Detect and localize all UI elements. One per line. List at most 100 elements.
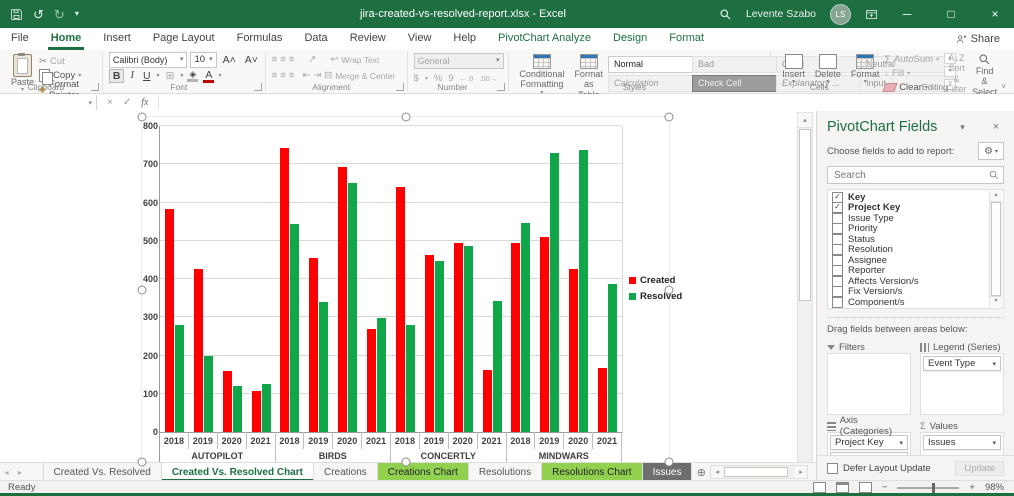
align-middle-icon[interactable]: ≡ (280, 54, 286, 65)
minimize-button[interactable]: ─ (892, 0, 922, 28)
legend-item-created[interactable]: Created (629, 275, 682, 286)
sheet-next-icon[interactable]: ▸ (13, 463, 26, 481)
bar-created[interactable] (511, 243, 520, 432)
increase-font-icon[interactable]: A˄ (220, 54, 239, 66)
bar-resolved[interactable] (608, 284, 617, 432)
field-checkbox[interactable]: ✓ (832, 202, 843, 213)
chart-selection-handle[interactable] (138, 285, 147, 294)
bar-created[interactable] (165, 209, 174, 432)
pane-close-icon[interactable]: × (988, 121, 1004, 133)
field-checkbox[interactable]: ✓ (832, 192, 843, 203)
bar-resolved[interactable] (262, 384, 271, 432)
borders-icon[interactable]: ⊞ (163, 70, 178, 82)
ribbon-tab-design[interactable]: Design (602, 28, 658, 50)
bar-created[interactable] (598, 368, 607, 432)
zoom-level[interactable]: 98% (985, 482, 1004, 493)
scroll-down-icon[interactable]: ▾ (990, 296, 1002, 307)
scroll-left-icon[interactable]: ◂ (711, 466, 723, 478)
bar-resolved[interactable] (579, 150, 588, 432)
font-color-icon[interactable]: A (202, 69, 215, 83)
update-button[interactable]: Update (955, 461, 1004, 476)
customize-qat-icon[interactable]: ▾ (75, 10, 79, 18)
field-item-affects-version-s[interactable]: Affects Version/s (832, 276, 987, 287)
wrap-text-icon[interactable]: ↩ (330, 54, 338, 65)
fill-icon[interactable]: ↓ (884, 68, 889, 79)
bar-resolved[interactable] (204, 356, 213, 433)
bar-resolved[interactable] (550, 153, 559, 432)
field-list-scrollbar[interactable]: ▴ ▾ (989, 191, 1002, 307)
redo-icon[interactable]: ↻ (54, 8, 65, 21)
clipboard-dialog-launcher[interactable] (91, 83, 99, 91)
chevron-down-icon[interactable]: ▾ (899, 439, 903, 447)
page-break-view-icon[interactable] (859, 482, 872, 493)
bar-created[interactable] (252, 391, 261, 432)
field-search[interactable] (827, 166, 1004, 184)
legend-area[interactable]: Event Type▾ (920, 353, 1004, 415)
area-field-issues[interactable]: Issues▾ (923, 435, 1001, 450)
ribbon-tab-formulas[interactable]: Formulas (226, 28, 294, 50)
ribbon-tab-file[interactable]: File (0, 28, 40, 50)
chart-selection-handle[interactable] (665, 285, 674, 294)
field-item-project-key[interactable]: ✓Project Key (832, 203, 987, 214)
bar-resolved[interactable] (348, 183, 357, 432)
decrease-indent-icon[interactable]: ⇤ (302, 70, 310, 81)
zoom-out-icon[interactable]: − (882, 482, 888, 493)
sheet-tab-creations[interactable]: Creations (314, 463, 378, 481)
bar-resolved[interactable] (175, 325, 184, 432)
bar-resolved[interactable] (377, 318, 386, 432)
chart-selection-handle[interactable] (401, 458, 410, 467)
italic-button[interactable]: I (127, 70, 137, 81)
bold-button[interactable]: B (109, 69, 125, 83)
ribbon-tab-help[interactable]: Help (442, 28, 487, 50)
number-dialog-launcher[interactable] (497, 83, 505, 91)
chart-selection-handle[interactable] (401, 113, 410, 122)
cut-button[interactable]: ✂Cut (39, 55, 98, 68)
vertical-scrollbar[interactable]: ▴ (797, 112, 813, 463)
restore-button[interactable]: □ (936, 0, 966, 28)
search-icon[interactable] (719, 8, 732, 21)
merge-center-icon[interactable]: ⊟ (324, 70, 332, 81)
field-checkbox[interactable] (832, 297, 843, 308)
cell-style-normal[interactable]: Normal (608, 56, 702, 73)
underline-button[interactable]: U (140, 70, 154, 82)
field-checkbox[interactable] (832, 265, 843, 276)
ribbon-tab-data[interactable]: Data (293, 28, 338, 50)
cancel-entry-icon[interactable]: × (107, 97, 113, 108)
ribbon-tab-format[interactable]: Format (658, 28, 715, 50)
field-checkbox[interactable] (832, 213, 843, 224)
decrease-font-icon[interactable]: A˅ (242, 54, 261, 66)
sheet-tab-creations-chart[interactable]: Creations Chart (378, 463, 469, 481)
bar-created[interactable] (309, 258, 318, 432)
chart-selection-handle[interactable] (665, 113, 674, 122)
filters-area[interactable] (827, 353, 911, 415)
bar-created[interactable] (540, 237, 549, 432)
field-checkbox[interactable] (832, 244, 843, 255)
insert-function-icon[interactable]: fx (141, 97, 148, 108)
field-item-key[interactable]: ✓Key (832, 192, 987, 203)
pane-options-icon[interactable]: ▾ (955, 122, 970, 133)
sheet-prev-icon[interactable]: ◂ (0, 463, 13, 481)
bar-resolved[interactable] (233, 386, 242, 432)
collapse-ribbon-icon[interactable]: ˅ (1001, 82, 1014, 93)
area-field-event-type[interactable]: Event Type▾ (923, 356, 1001, 371)
confirm-entry-icon[interactable]: ✓ (123, 97, 131, 108)
bar-resolved[interactable] (435, 261, 444, 432)
area-field-project-key[interactable]: Project Key▾ (830, 435, 908, 450)
field-item-priority[interactable]: Priority (832, 224, 987, 235)
tools-button[interactable]: ⚙▾ (978, 142, 1004, 160)
ribbon-tab-review[interactable]: Review (339, 28, 397, 50)
zoom-in-icon[interactable]: + (969, 482, 975, 493)
field-item-status[interactable]: Status (832, 234, 987, 245)
share-button[interactable]: Share (956, 33, 1000, 45)
chart-selection-handle[interactable] (665, 458, 674, 467)
avatar[interactable]: LS (830, 4, 851, 25)
user-name[interactable]: Levente Szabo (746, 8, 816, 20)
alignment-dialog-launcher[interactable] (396, 83, 404, 91)
new-sheet-icon[interactable]: ⊕ (692, 463, 710, 481)
increase-indent-icon[interactable]: ⇥ (313, 70, 321, 81)
ribbon-tab-pivotchart-analyze[interactable]: PivotChart Analyze (487, 28, 602, 50)
field-item-assignee[interactable]: Assignee (832, 255, 987, 266)
bar-resolved[interactable] (493, 301, 502, 432)
chevron-down-icon[interactable]: ▾ (992, 439, 996, 447)
number-format-select[interactable]: General▾ (414, 53, 504, 69)
